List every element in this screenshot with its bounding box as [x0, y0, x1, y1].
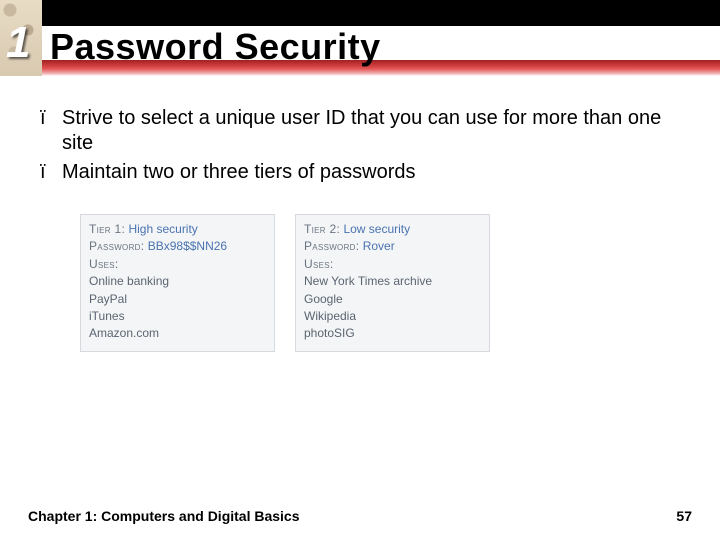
tier1-password-label: Password:	[89, 239, 144, 253]
tier-boxes: Tier 1: High security Password: BBx98$$N…	[80, 214, 490, 352]
slide-title: Password Security	[50, 26, 381, 68]
tier2-use-item: New York Times archive	[304, 273, 481, 290]
tier-box-1: Tier 1: High security Password: BBx98$$N…	[80, 214, 275, 352]
tier1-password-value: BBx98$$NN26	[148, 239, 227, 253]
tier2-password-row: Password: Rover	[304, 238, 481, 255]
bullet-list: ï Strive to select a unique user ID that…	[40, 106, 680, 189]
tier2-password-value: Rover	[363, 239, 395, 253]
tier2-label: Tier 2:	[304, 222, 340, 236]
tier1-use-item: Online banking	[89, 273, 266, 290]
tier1-password-row: Password: BBx98$$NN26	[89, 238, 266, 255]
tier1-desc: High security	[128, 222, 197, 236]
slide-footer: Chapter 1: Computers and Digital Basics …	[0, 500, 720, 540]
chapter-number: 1	[6, 18, 30, 68]
tier1-uses-label-row: Uses:	[89, 256, 266, 273]
footer-page-number: 57	[676, 508, 692, 524]
tier2-use-item: photoSIG	[304, 325, 481, 342]
tier2-uses-list: New York Times archive Google Wikipedia …	[304, 273, 481, 343]
bullet-text: Maintain two or three tiers of passwords	[62, 160, 680, 185]
bullet-item: ï Strive to select a unique user ID that…	[40, 106, 680, 156]
bullet-marker: ï	[40, 160, 62, 185]
tier1-use-item: Amazon.com	[89, 325, 266, 342]
tier1-label: Tier 1:	[89, 222, 125, 236]
tier2-password-label: Password:	[304, 239, 359, 253]
tier1-use-item: PayPal	[89, 291, 266, 308]
tier1-uses-list: Online banking PayPal iTunes Amazon.com	[89, 273, 266, 343]
tier2-use-item: Google	[304, 291, 481, 308]
tier-box-2: Tier 2: Low security Password: Rover Use…	[295, 214, 490, 352]
tier2-use-item: Wikipedia	[304, 308, 481, 325]
tier2-desc: Low security	[343, 222, 410, 236]
tier1-use-item: iTunes	[89, 308, 266, 325]
tier1-uses-label: Uses:	[89, 257, 119, 271]
tier2-uses-label-row: Uses:	[304, 256, 481, 273]
tier2-uses-label: Uses:	[304, 257, 334, 271]
header-black-bar	[42, 0, 720, 26]
bullet-item: ï Maintain two or three tiers of passwor…	[40, 160, 680, 185]
tier2-header: Tier 2: Low security	[304, 221, 481, 238]
bullet-text: Strive to select a unique user ID that y…	[62, 106, 680, 156]
bullet-marker: ï	[40, 106, 62, 156]
tier1-header: Tier 1: High security	[89, 221, 266, 238]
footer-chapter-label: Chapter 1: Computers and Digital Basics	[28, 508, 300, 524]
